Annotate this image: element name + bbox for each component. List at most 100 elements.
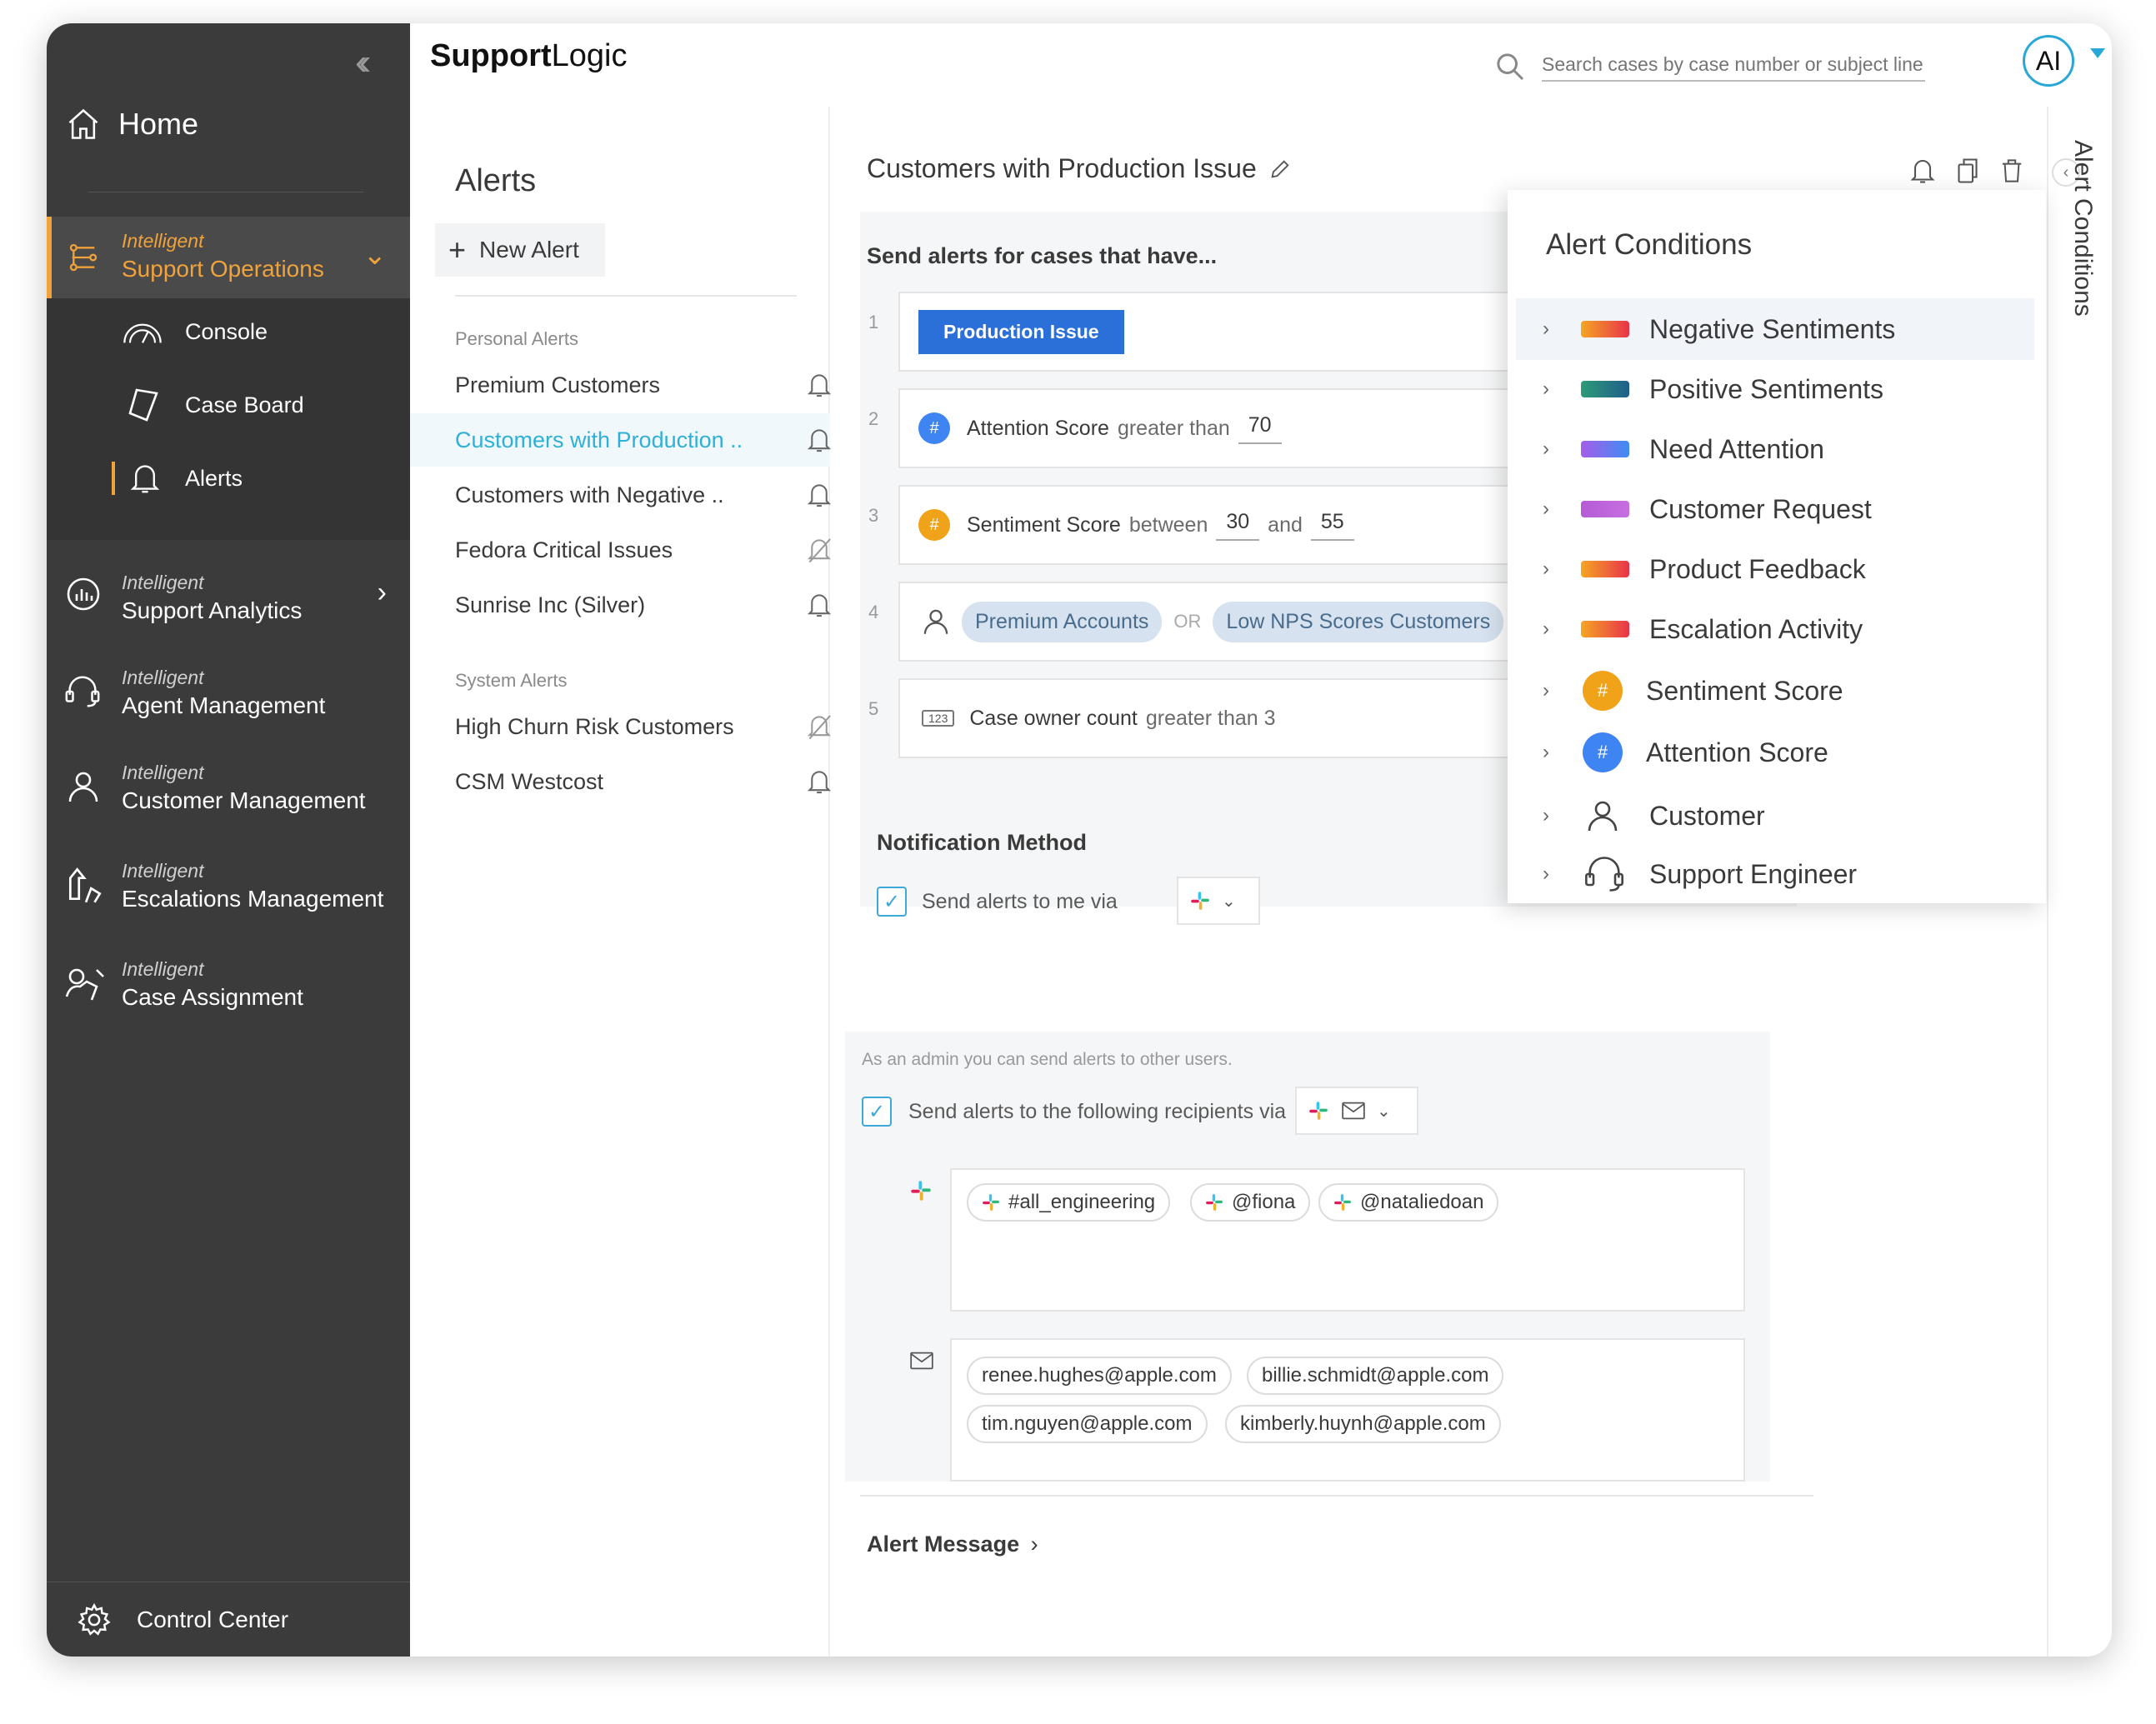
production-issue-tag[interactable]: Production Issue	[918, 309, 1124, 354]
alert-item[interactable]: Premium Customers	[410, 358, 832, 412]
nav-home-label: Home	[118, 107, 199, 141]
chevron-right-icon: ›	[1543, 377, 1549, 400]
caret-down-icon[interactable]	[2090, 48, 2105, 58]
chevron-right-icon: ›	[1543, 497, 1549, 520]
nav-escalations-management[interactable]: Intelligent Escalations Management	[47, 842, 410, 928]
alert-item[interactable]: Fedora Critical Issues	[410, 523, 832, 577]
condition-operator: between	[1128, 512, 1208, 537]
recipient-chip[interactable]: #all_engineering	[967, 1183, 1171, 1222]
send-to-recipients-checkbox[interactable]: ✓	[862, 1097, 892, 1127]
nav-case-assignment[interactable]: Intelligent Case Assignment	[47, 940, 410, 1027]
nav-home[interactable]: Home	[47, 95, 410, 153]
nav-support-analytics[interactable]: Intelligent Support Analytics ›	[47, 548, 410, 640]
chevron-right-icon: ›	[1543, 557, 1549, 580]
alert-conditions-title: Alert Conditions	[1546, 228, 1753, 261]
new-alert-button[interactable]: + New Alert	[435, 223, 605, 277]
sidebar: ‹‹ Home Intelligent Support Operations ⌄…	[47, 23, 410, 1657]
condition-value-min[interactable]: 30	[1216, 510, 1260, 541]
user-icon	[1588, 801, 1618, 832]
new-alert-label: New Alert	[479, 237, 579, 262]
alert-message-toggle[interactable]: Alert Message ›	[867, 1532, 1038, 1557]
sidebar-item-case-board[interactable]: Case Board	[47, 372, 410, 438]
recipient-chip[interactable]: @fiona	[1190, 1183, 1311, 1222]
slack-icon	[1334, 1194, 1351, 1211]
hash-icon: #	[918, 412, 950, 444]
duplicate-icon[interactable]	[1955, 157, 1980, 185]
alert-item[interactable]: CSM Westcost	[410, 755, 832, 808]
customer-tag[interactable]: Low NPS Scores Customers	[1213, 601, 1504, 642]
recipient-chip[interactable]: tim.nguyen@apple.com	[967, 1405, 1208, 1443]
bell-icon[interactable]	[807, 768, 832, 795]
condition-item-positive-sentiments[interactable]: › Positive Sentiments	[1516, 358, 2034, 420]
recipient-chip[interactable]: renee.hughes@apple.com	[967, 1357, 1232, 1395]
sidebar-item-console[interactable]: Console	[47, 298, 410, 365]
bell-icon[interactable]	[807, 372, 832, 398]
alert-conditions-panel: Alert Conditions › Negative Sentiments ›…	[1508, 190, 2046, 903]
condition-item-support-engineer[interactable]: › Support Engineer	[1516, 843, 2034, 905]
condition-item-customer[interactable]: › Customer	[1516, 785, 2034, 847]
email-recipients-field[interactable]: renee.hughes@apple.com billie.schmidt@ap…	[950, 1338, 1745, 1482]
condition-value-max[interactable]: 55	[1310, 510, 1354, 541]
condition-item-label: Positive Sentiments	[1649, 373, 1884, 404]
collapse-sidebar-icon[interactable]: ‹‹	[355, 42, 372, 83]
recipient-chip[interactable]: @nataliedoan	[1318, 1183, 1499, 1222]
alert-item[interactable]: Sunrise Inc (Silver)	[410, 578, 832, 632]
recipients-channel-select[interactable]: ⌄	[1295, 1087, 1418, 1135]
trash-icon[interactable]	[2000, 157, 2023, 185]
alert-item[interactable]: Customers with Negative ..	[410, 468, 832, 522]
alert-item-label: Customers with Negative ..	[455, 482, 724, 507]
mail-icon	[1342, 1102, 1365, 1120]
condition-item-negative-sentiments[interactable]: › Negative Sentiments	[1516, 298, 2034, 360]
chevron-down-icon: ⌄	[1222, 892, 1236, 911]
condition-item-attention-score[interactable]: › # Attention Score	[1516, 722, 2034, 783]
condition-item-label: Negative Sentiments	[1649, 313, 1896, 344]
nav-agent-management[interactable]: Intelligent Agent Management	[47, 650, 410, 733]
send-to-me-checkbox[interactable]: ✓	[877, 887, 907, 917]
slack-recipients-field[interactable]: #all_engineering @fiona @nataliedoan	[950, 1168, 1745, 1312]
sidebar-item-alerts[interactable]: Alerts	[47, 445, 410, 512]
avatar[interactable]: AI	[2023, 35, 2074, 87]
bell-icon[interactable]	[807, 427, 832, 453]
alert-item-label: High Churn Risk Customers	[455, 713, 734, 739]
condition-item-customer-request[interactable]: › Customer Request	[1516, 478, 2034, 540]
gauge-icon	[123, 323, 162, 343]
bell-off-icon[interactable]	[807, 713, 832, 740]
bell-off-icon[interactable]	[807, 537, 832, 563]
app-logo[interactable]: SupportLogic	[430, 38, 627, 74]
alert-conditions-tab[interactable]: Alert Conditions	[2068, 140, 2097, 317]
condition-item-need-attention[interactable]: › Need Attention	[1516, 418, 2034, 480]
hash-icon: #	[1583, 732, 1623, 772]
group-small-label: Intelligent	[122, 667, 204, 688]
nav-support-operations[interactable]: Intelligent Support Operations ⌄	[47, 217, 410, 298]
chevron-right-icon: ›	[1543, 617, 1549, 640]
condition-item-product-feedback[interactable]: › Product Feedback	[1516, 538, 2034, 600]
group-label: Agent Management	[122, 692, 326, 718]
recipient-chip[interactable]: billie.schmidt@apple.com	[1247, 1357, 1504, 1395]
bell-icon[interactable]	[807, 482, 832, 508]
operations-icon	[69, 243, 98, 272]
send-to-me-channel-select[interactable]: ⌄	[1177, 877, 1260, 925]
row-number: 2	[868, 408, 879, 429]
search-icon[interactable]	[1493, 50, 1527, 83]
alerts-list-panel: Alerts + New Alert Personal Alerts Premi…	[410, 107, 832, 1657]
condition-item-sentiment-score[interactable]: › # Sentiment Score	[1516, 660, 2034, 722]
condition-item-escalation-activity[interactable]: › Escalation Activity	[1516, 598, 2034, 660]
nav-customer-management[interactable]: Intelligent Customer Management	[47, 745, 410, 828]
condition-value[interactable]: 70	[1238, 413, 1282, 444]
alert-item[interactable]: High Churn Risk Customers	[410, 700, 832, 753]
bell-icon[interactable]	[807, 592, 832, 618]
system-alerts-label: System Alerts	[455, 670, 568, 691]
divider	[860, 1495, 1813, 1497]
recipient-chip[interactable]: kimberly.huynh@apple.com	[1225, 1405, 1501, 1443]
alert-item-selected[interactable]: Customers with Production ..	[410, 413, 832, 467]
pencil-icon[interactable]	[1268, 157, 1292, 181]
customer-tag[interactable]: Premium Accounts	[962, 601, 1163, 642]
search-input[interactable]	[1542, 48, 1925, 82]
condition-conjunction: and	[1268, 512, 1303, 537]
nav-control-center[interactable]: Control Center	[47, 1582, 410, 1657]
group-small-label: Intelligent	[122, 958, 204, 980]
chevron-right-icon: ›	[1030, 1532, 1038, 1557]
condition-item-label: Need Attention	[1649, 433, 1824, 464]
bell-icon[interactable]	[1910, 157, 1935, 185]
app-window: ‹‹ Home Intelligent Support Operations ⌄…	[47, 23, 2112, 1657]
